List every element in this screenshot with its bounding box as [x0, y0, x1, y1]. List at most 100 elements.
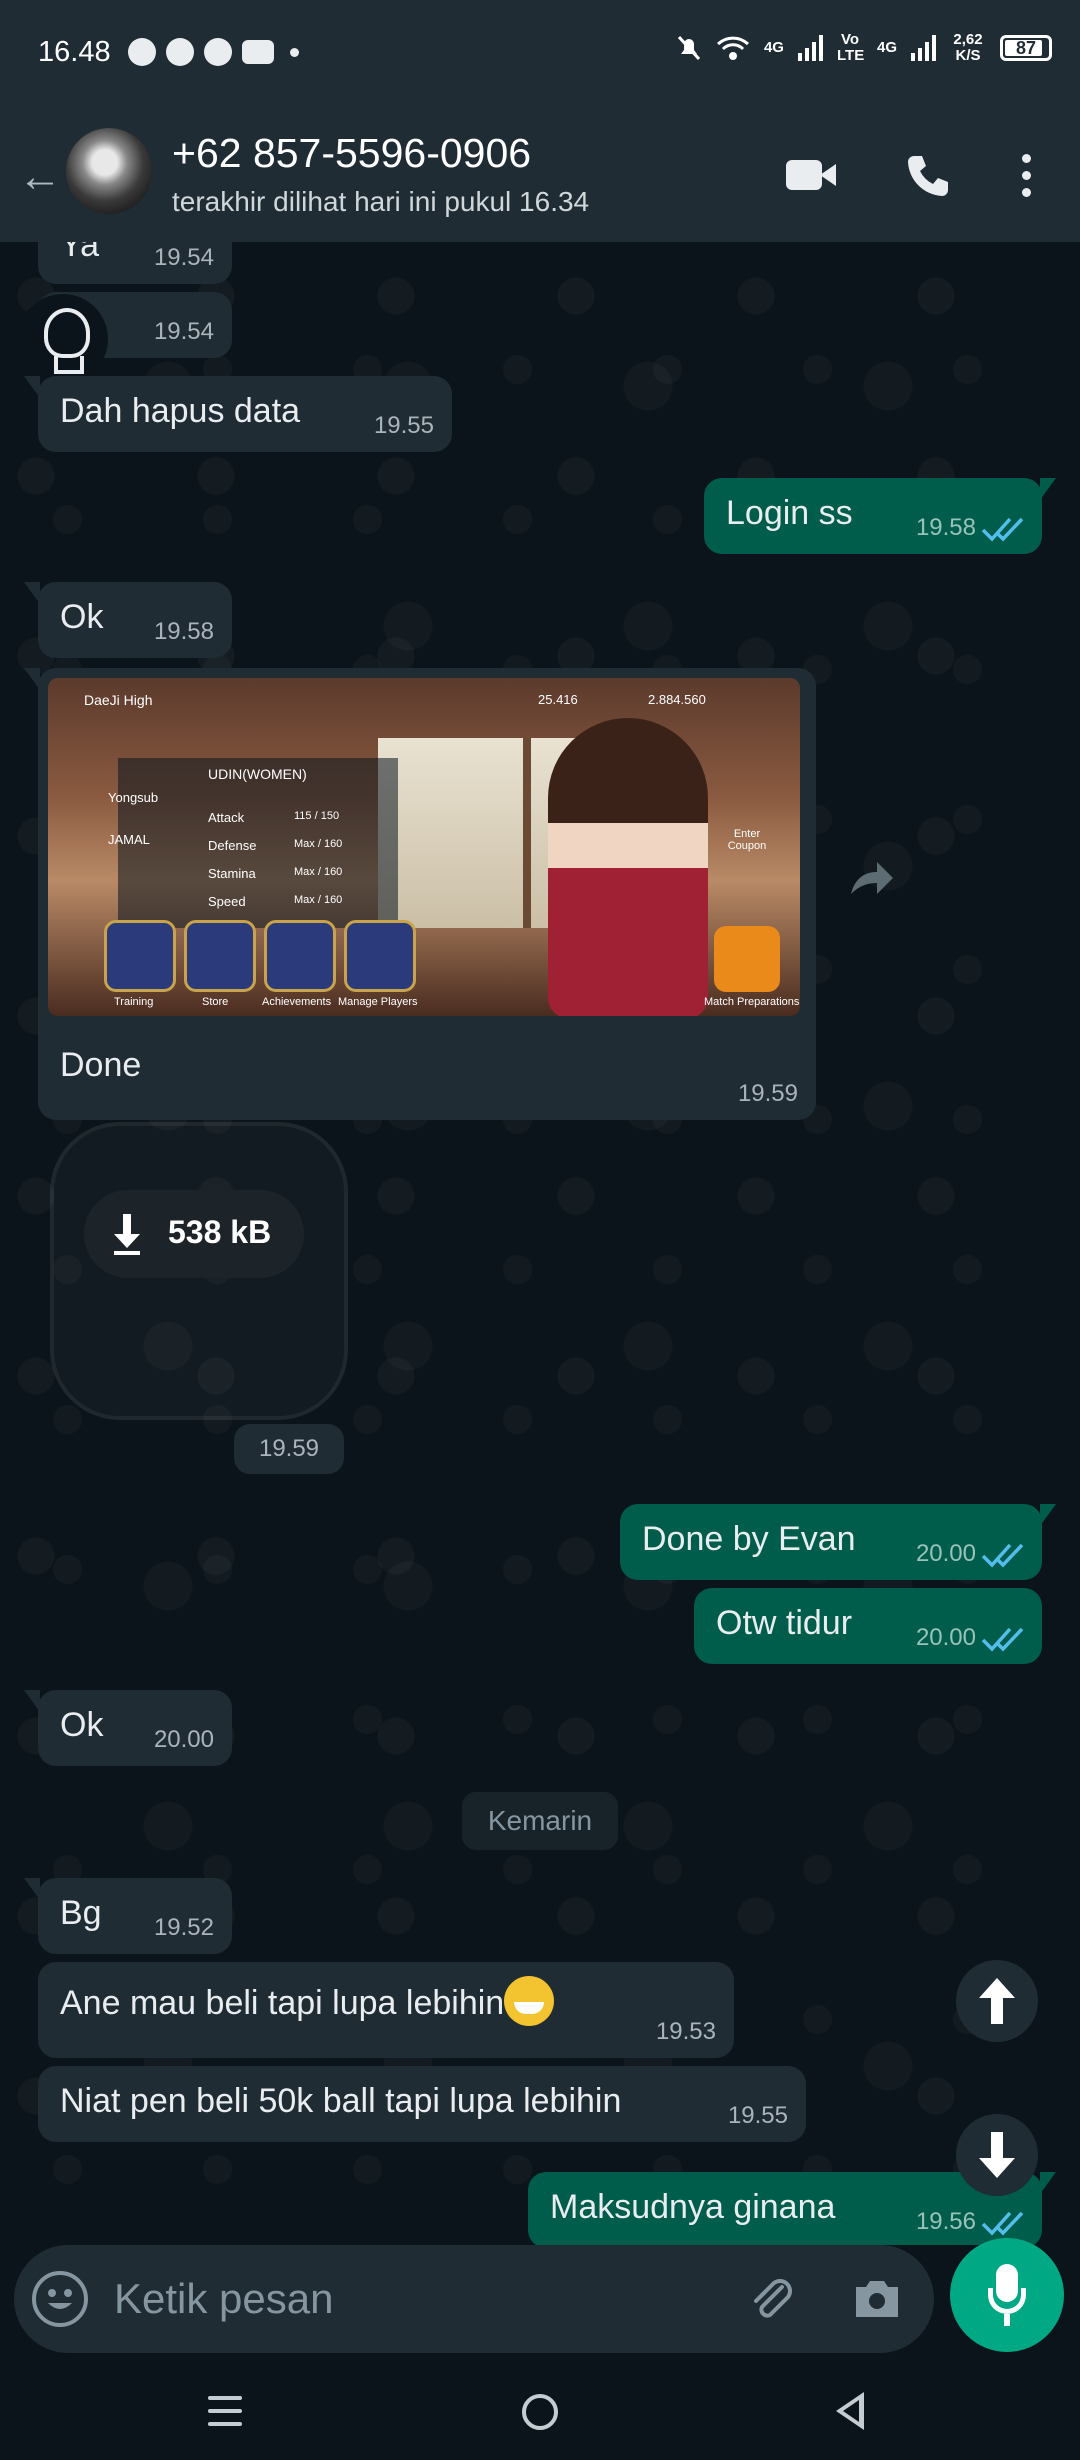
scroll-down-icon[interactable] — [956, 2114, 1038, 2196]
youtube-icon — [242, 40, 274, 64]
message-input[interactable]: Ketik pesan — [114, 2275, 333, 2323]
message-text: Ya — [60, 242, 100, 264]
read-ticks-icon — [981, 1627, 1024, 1652]
download-sticker-button[interactable]: 538 kB — [84, 1190, 304, 1278]
message-text: Dah hapus data — [60, 392, 301, 430]
message-input-bar[interactable]: Ketik pesan — [14, 2245, 934, 2353]
game-stat-label: Speed — [208, 894, 246, 909]
image-message[interactable]: DaeJi High 25.416 2.884.560 UDIN(WOMEN) … — [24, 668, 816, 1120]
game-stat-value: Max / 160 — [294, 894, 343, 906]
last-seen-status: terakhir dilihat hari ini pukul 16.34 — [172, 186, 590, 217]
message-bubble-outgoing[interactable]: Otw tidur 20.00 — [694, 1588, 1042, 1664]
character-illustration — [548, 718, 708, 1016]
game-menu-label: Achievements — [262, 996, 332, 1008]
message-text: Ane mau beli tapi lupa lebihin — [60, 1976, 555, 2027]
system-navigation-bar — [0, 2366, 1080, 2460]
message-bubble-outgoing[interactable]: Maksudnya ginana 19.56 — [528, 2172, 1056, 2245]
message-bubble-outgoing[interactable]: Done by Evan 20.00 — [620, 1504, 1056, 1580]
wifi-icon — [716, 36, 749, 60]
message-notification-icon — [204, 38, 232, 66]
video-call-icon[interactable] — [786, 148, 842, 204]
message-bubble[interactable]: Ane mau beli tapi lupa lebihin 19.53 — [38, 1962, 734, 2058]
sync-icon — [128, 38, 156, 66]
game-menu-label: Store — [202, 996, 229, 1008]
message-bubble[interactable]: Bg 19.52 — [24, 1878, 232, 1954]
forward-icon[interactable] — [843, 850, 899, 906]
notification-icons — [128, 38, 299, 66]
message-text: Maksudnya ginana — [550, 2188, 836, 2226]
read-ticks-icon — [981, 517, 1024, 542]
message-bubble[interactable]: Dah hapus data 19.55 — [24, 376, 452, 452]
game-currency-1: 25.416 — [538, 692, 578, 707]
status-time: 16.48 — [38, 36, 111, 68]
read-ticks-icon — [981, 2211, 1024, 2236]
game-coupon-label: Enter Coupon — [727, 828, 767, 852]
game-school-name: DaeJi High — [84, 692, 153, 708]
message-bubble[interactable]: Ya 19.54 — [38, 242, 232, 284]
download-icon — [114, 1214, 140, 1255]
message-time: 19.55 — [373, 412, 434, 439]
network-4g-label-2: 4G — [876, 39, 897, 56]
status-bar: 16.48 4G Vo LTE 4G 2,62 K/S 87 — [0, 0, 1080, 108]
message-text: Done by Evan — [642, 1520, 856, 1558]
game-stat-value: Max / 160 — [294, 838, 343, 850]
home-icon[interactable] — [522, 2394, 558, 2430]
signal-icon — [797, 35, 823, 61]
message-time: 19.59 — [234, 1424, 344, 1474]
read-ticks-icon — [981, 1543, 1024, 1568]
message-time: 19.54 — [153, 244, 214, 271]
game-stat-value: 115 / 150 — [294, 810, 340, 822]
battery-icon: 87 — [1000, 35, 1052, 61]
system-indicators: 4G Vo LTE 4G 2,62 K/S 87 — [676, 32, 1052, 64]
mic-icon[interactable] — [950, 2238, 1064, 2352]
message-time: 19.53 — [655, 2018, 716, 2045]
message-time: 20.00 — [915, 1624, 976, 1651]
battery-level: 87 — [1015, 38, 1037, 58]
chat-header: ← +62 857-5596-0906 terakhir dilihat har… — [0, 108, 1080, 242]
game-roster-1: Yongsub — [108, 790, 159, 805]
chat-area[interactable]: Ya 19.54 19.54 Dah hapus data 19.55 Logi… — [0, 242, 1080, 2245]
game-menu-label: Manage Players — [338, 996, 418, 1008]
back-arrow-icon[interactable]: ← — [18, 152, 62, 202]
game-stat-label: Stamina — [208, 866, 256, 881]
more-options-icon[interactable] — [1000, 148, 1056, 204]
message-bubble[interactable]: Ok 19.58 — [24, 582, 232, 658]
message-text: Niat pen beli 50k ball tapi lupa lebihin — [60, 2082, 622, 2120]
message-text: Login ss — [726, 494, 853, 532]
game-roster-2: JAMAL — [108, 832, 150, 847]
message-time: 19.56 — [915, 2208, 976, 2235]
game-menu-label: Training — [114, 996, 154, 1008]
mute-icon — [677, 35, 701, 61]
game-player-name: UDIN(WOMEN) — [208, 766, 307, 782]
volte-label: Vo LTE — [836, 31, 865, 64]
game-screenshot-image[interactable]: DaeJi High 25.416 2.884.560 UDIN(WOMEN) … — [48, 678, 800, 1016]
message-text: Bg — [60, 1894, 102, 1932]
emoji-icon[interactable] — [32, 2271, 88, 2327]
message-bubble[interactable]: Niat pen beli 50k ball tapi lupa lebihin… — [38, 2066, 806, 2142]
message-text-content: Ane mau beli tapi lupa lebihin — [60, 1984, 505, 2022]
image-caption: Done — [60, 1046, 142, 1084]
message-time: 20.00 — [915, 1540, 976, 1567]
phone-icon[interactable] — [900, 148, 956, 204]
contact-name[interactable]: +62 857-5596-0906 — [172, 130, 531, 177]
message-bubble[interactable]: Ok 20.00 — [24, 1690, 232, 1766]
scroll-up-icon[interactable] — [956, 1960, 1038, 2042]
message-time: 19.54 — [153, 318, 214, 345]
avatar[interactable] — [66, 128, 152, 214]
signal-icon-2 — [911, 35, 936, 61]
recent-apps-icon[interactable] — [208, 2396, 242, 2430]
message-time: 19.58 — [153, 618, 214, 645]
app-notification-icon — [166, 38, 194, 66]
message-text: Ok — [60, 598, 104, 636]
message-time: 19.58 — [915, 514, 976, 541]
message-text: Ok — [60, 1706, 104, 1744]
attach-icon[interactable] — [744, 2271, 800, 2327]
nav-back-icon[interactable] — [836, 2392, 864, 2430]
message-time: 19.52 — [153, 1914, 214, 1941]
message-bubble-outgoing[interactable]: Login ss 19.58 — [704, 478, 1056, 554]
lightbulb-gear-icon[interactable] — [18, 294, 108, 384]
camera-icon[interactable] — [852, 2277, 902, 2319]
game-stat-label: Defense — [208, 838, 257, 853]
more-notifications-icon — [290, 48, 299, 57]
network-4g-label: 4G — [763, 39, 784, 56]
